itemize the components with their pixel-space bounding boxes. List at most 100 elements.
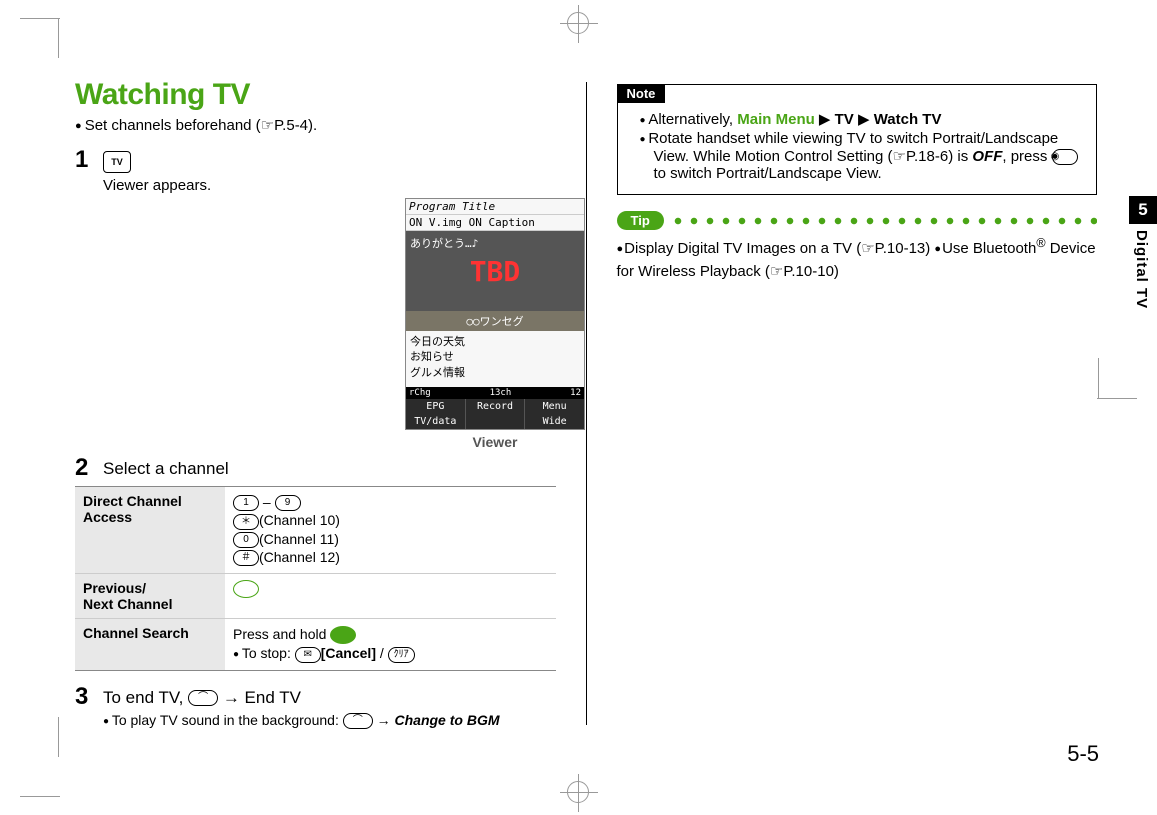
column-divider xyxy=(586,82,587,725)
end-call-key-icon: ⌒ xyxy=(343,713,373,729)
ch11-label: (Channel 11) xyxy=(259,531,339,547)
note-tab-label: Note xyxy=(617,84,666,103)
chapter-side-tab: 5 Digital TV xyxy=(1129,196,1157,319)
registered-mark: ® xyxy=(1036,236,1045,250)
step-number: 3 xyxy=(75,685,93,709)
viewer-caption-label: Viewer xyxy=(405,434,585,450)
table-row: Previous/ Next Channel xyxy=(75,574,556,619)
viewer-overlay-caption: ありがとう…♪ xyxy=(410,235,478,251)
nav-leftright-icon xyxy=(233,580,259,598)
step-3-sub-a: To play TV sound in the background: xyxy=(112,712,343,728)
note-item-2: Rotate handset while viewing TV to switc… xyxy=(640,130,1087,182)
softkey-record: Record xyxy=(466,399,526,414)
clear-key-icon: ｸﾘｱ xyxy=(388,647,415,663)
viewer-softkeys-2: TV/data Wide xyxy=(406,414,584,429)
search-stop-line: To stop: ✉[Cancel] / ｸﾘｱ xyxy=(233,645,548,662)
channel-table: Direct Channel Access 1 – 9 ＊(Channel 10… xyxy=(75,486,556,671)
key-9-icon: 9 xyxy=(275,495,301,511)
step-2: 2 Select a channel xyxy=(75,456,556,480)
note2-b: , press xyxy=(1002,148,1051,165)
softkey-empty xyxy=(466,414,526,429)
row-label-direct: Direct Channel Access xyxy=(75,487,225,574)
slash: / xyxy=(376,645,388,661)
softkey-menu: Menu xyxy=(525,399,584,414)
right-column: Note Alternatively, Main Menu ▶ TV ▶ Wat… xyxy=(617,60,1128,765)
end-call-key-icon: ⌒ xyxy=(188,690,218,706)
step-3: 3 To end TV, ⌒ → End TV To play TV sound… xyxy=(75,685,556,729)
key-1-icon: 1 xyxy=(233,495,259,511)
arrow-icon: → xyxy=(377,712,395,728)
nav-key-icon xyxy=(330,626,356,644)
row-label-prevnext: Previous/ Next Channel xyxy=(75,574,225,619)
crop-mark xyxy=(20,18,60,19)
tip-dots-icon xyxy=(672,215,1097,227)
tip-body: Display Digital TV Images on a TV (☞P.10… xyxy=(617,234,1098,283)
tip-label: Tip xyxy=(617,211,664,230)
viewer-status-channel: 13ch xyxy=(490,388,512,398)
page-number: 5-5 xyxy=(1067,741,1099,767)
register-mark-top xyxy=(567,12,589,34)
page-title: Watching TV xyxy=(75,78,556,112)
table-row: Direct Channel Access 1 – 9 ＊(Channel 10… xyxy=(75,487,556,574)
triangle-icon: ▶ xyxy=(854,111,874,128)
direct-ch10: ＊(Channel 10) xyxy=(233,512,548,529)
note1-watchtv: Watch TV xyxy=(874,111,942,128)
tv-key-icon: TV xyxy=(103,151,131,173)
viewer-softkeys: EPG Record Menu xyxy=(406,399,584,414)
lead-note: Set channels beforehand (☞P.5-4). xyxy=(75,116,556,134)
viewer-channel-caption: ○○ワンセグ xyxy=(406,311,584,331)
tip-header: Tip xyxy=(617,211,1098,230)
row-label-search: Channel Search xyxy=(75,619,225,671)
direct-range: 1 – 9 xyxy=(233,494,548,511)
tip-part2a: Use Bluetooth xyxy=(942,240,1036,257)
key-hash-icon: ＃ xyxy=(233,550,259,566)
note1-a: Alternatively, xyxy=(648,111,737,128)
step-3-sub: To play TV sound in the background: ⌒ → … xyxy=(103,712,500,729)
softkey-wide: Wide xyxy=(525,414,584,429)
tip-bullet-icon xyxy=(617,240,625,257)
chapter-number: 5 xyxy=(1129,196,1157,224)
step-3-text-a: To end TV, xyxy=(103,688,188,707)
ch10-label: (Channel 10) xyxy=(259,512,340,528)
ch12-label: (Channel 12) xyxy=(259,549,340,565)
note2-off: OFF xyxy=(972,148,1002,165)
viewer-figure: Program Title ON V.img ON Caption ありがとう…… xyxy=(405,198,585,450)
register-mark-bottom xyxy=(567,781,589,803)
note1-mainmenu: Main Menu xyxy=(737,111,815,128)
viewer-status-left: rChg xyxy=(409,388,431,398)
crop-mark xyxy=(58,18,59,58)
cancel-label: [Cancel] xyxy=(321,645,376,661)
direct-ch12: ＃(Channel 12) xyxy=(233,549,548,566)
tip-bullet-icon xyxy=(934,240,942,257)
step-2-text: Select a channel xyxy=(103,456,229,479)
chapter-label: Digital TV xyxy=(1129,224,1154,319)
key-0-icon: 0 xyxy=(233,532,259,548)
note-box: Note Alternatively, Main Menu ▶ TV ▶ Wat… xyxy=(617,84,1098,195)
range-dash: – xyxy=(259,494,275,510)
note2-c: to switch Portrait/Landscape View. xyxy=(654,165,882,182)
triangle-icon: ▶ xyxy=(815,111,835,128)
crop-mark xyxy=(20,796,60,797)
step-1: 1 TV Viewer appears. xyxy=(75,148,556,194)
search-text: Press and hold xyxy=(233,626,330,642)
step-number: 1 xyxy=(75,148,93,172)
viewer-program-title: Program Title xyxy=(406,199,584,215)
viewer-thumb-text: TBD xyxy=(470,255,521,288)
camera-key-icon: ◉ xyxy=(1052,149,1078,165)
softkey-epg: EPG xyxy=(406,399,466,414)
stop-prefix: To stop: xyxy=(242,645,295,661)
key-star-icon: ＊ xyxy=(233,514,259,530)
direct-ch11: 0(Channel 11) xyxy=(233,531,548,548)
table-row: Channel Search Press and hold To stop: ✉… xyxy=(75,619,556,671)
softkey-tvdata: TV/data xyxy=(406,414,466,429)
step-number: 2 xyxy=(75,456,93,480)
left-column: Watching TV Set channels beforehand (☞P.… xyxy=(75,60,556,765)
tip-part1: Display Digital TV Images on a TV (☞P.10… xyxy=(624,240,934,257)
viewer-status-right: 12 xyxy=(570,388,581,398)
note-item-1: Alternatively, Main Menu ▶ TV ▶ Watch TV xyxy=(640,110,1087,128)
note1-tv: TV xyxy=(835,111,854,128)
change-to-bgm: Change to BGM xyxy=(395,712,500,728)
viewer-status-bar: rChg 13ch 12 xyxy=(406,387,584,399)
viewer-video-area: ありがとう…♪ TBD xyxy=(406,231,584,311)
viewer-data-broadcast: 今日の天気 お知らせ グルメ情報 xyxy=(406,331,584,387)
